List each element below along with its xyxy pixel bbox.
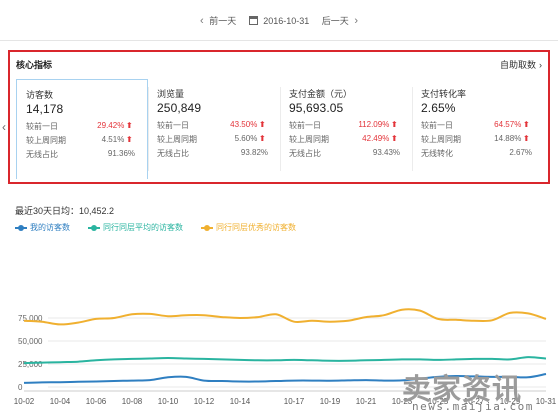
row-label: 较上周同期	[289, 135, 330, 144]
row-value: 4.51% ⬆	[101, 135, 134, 144]
row-value: 14.88% ⬆	[494, 134, 531, 143]
chevron-right-icon[interactable]: ›	[354, 15, 358, 27]
row-value: 91.36%	[107, 149, 136, 158]
row-label: 较前一日	[26, 122, 58, 131]
core-metrics-header: 核心指标 自助取数 ›	[16, 58, 542, 72]
metric-value: 250,849	[157, 101, 202, 115]
row-label: 较上周同期	[157, 135, 198, 144]
metric-row: 较前一日 112.09% ⬆	[289, 118, 412, 132]
metric-row: 较前一日 43.50% ⬆	[157, 118, 280, 132]
chevron-right-icon: ›	[539, 60, 542, 70]
prev-day-link[interactable]: 前一天	[209, 14, 236, 27]
metric-value: 2.65%	[421, 101, 456, 115]
core-metrics-title: 核心指标	[16, 60, 53, 70]
divider	[0, 40, 558, 41]
current-date[interactable]: 2016-10-31	[263, 16, 309, 26]
metric-cards: 访客数 14,178 较前一日 29.42% ⬆ 较上周同期 4.51% ⬆ 无线占比 9…	[16, 79, 544, 179]
metric-label: 支付转化率	[421, 89, 467, 99]
arrow-up-icon: ⬆	[522, 120, 531, 129]
arrow-up-icon: ⬆	[258, 120, 267, 129]
x-tick-label: 10-12	[194, 397, 215, 406]
metric-row: 较上周同期 4.51% ⬆	[26, 133, 147, 147]
x-tick-label: 10-19	[320, 397, 341, 406]
x-tick-label: 10-21	[356, 397, 377, 406]
auto-fetch-link[interactable]: 自助取数 ›	[500, 58, 542, 71]
row-label: 较前一日	[157, 121, 190, 130]
arrow-up-icon: ⬆	[390, 134, 399, 143]
row-value: 5.60% ⬆	[234, 134, 267, 143]
row-label: 无线占比	[157, 149, 190, 158]
row-label: 无线占比	[289, 149, 322, 158]
metric-row: 较上周同期 42.49% ⬆	[289, 132, 412, 146]
next-day-link[interactable]: 后一天	[322, 14, 349, 27]
row-label: 较上周同期	[421, 135, 462, 144]
metric-card-conversion-rate[interactable]: 支付转化率 2.65% 较前一日 64.57% ⬆ 较上周同期 14.88% ⬆ 无线转…	[412, 79, 544, 179]
metric-card-payment-amount[interactable]: 支付金额（元） 95,693.05 较前一日 112.09% ⬆ 较上周同期 42.4…	[280, 79, 412, 179]
series-line-1	[23, 356, 547, 365]
metric-row: 无线占比 93.82%	[157, 146, 280, 160]
arrow-up-icon: ⬆	[522, 134, 531, 143]
series-line-2	[23, 308, 547, 326]
arrow-up-icon: ⬆	[258, 134, 267, 143]
auto-fetch-label: 自助取数	[499, 60, 536, 70]
row-value: 64.57% ⬆	[494, 120, 531, 129]
x-tick-label: 10-17	[284, 397, 305, 406]
row-label: 较前一日	[289, 121, 322, 130]
chevron-left-icon[interactable]: ‹	[200, 15, 204, 27]
arrow-up-icon: ⬆	[125, 135, 134, 144]
x-tick-label: 10-04	[50, 397, 71, 406]
row-value: 93.43%	[372, 148, 401, 157]
watermark-url: news.maijia.com	[412, 400, 534, 413]
x-tick-label: 10-02	[14, 397, 35, 406]
row-value: 42.49% ⬆	[362, 134, 399, 143]
row-label: 无线转化	[421, 149, 454, 158]
metric-row: 较前一日 64.57% ⬆	[421, 118, 544, 132]
metric-row: 无线占比 91.36%	[26, 147, 147, 161]
row-value: 29.42% ⬆	[97, 121, 134, 130]
metric-label: 支付金额（元）	[289, 89, 353, 99]
metric-row: 较上周同期 5.60% ⬆	[157, 132, 280, 146]
x-tick-label: 10-10	[158, 397, 179, 406]
y-tick-label: 50,000	[18, 337, 43, 346]
row-value: 43.50% ⬆	[230, 120, 267, 129]
metric-row: 较前一日 29.42% ⬆	[26, 119, 147, 133]
metric-value: 95,693.05	[289, 101, 344, 115]
arrow-up-icon: ⬆	[125, 121, 134, 130]
core-metrics-panel: 核心指标 自助取数 › ‹ 访客数 14,178 较前一日 29.42% ⬆ 较上周同…	[2, 50, 550, 184]
x-tick-label: 10-06	[86, 397, 107, 406]
arrow-up-icon: ⬆	[390, 120, 399, 129]
y-tick-label: 0	[18, 383, 23, 392]
metric-card-visitors[interactable]: 访客数 14,178 较前一日 29.42% ⬆ 较上周同期 4.51% ⬆ 无线占比 9…	[16, 79, 149, 179]
watermark: 卖家资讯 news.maijia.com	[398, 366, 558, 415]
metric-row: 较上周同期 14.88% ⬆	[421, 132, 544, 146]
row-label: 无线占比	[26, 150, 58, 159]
row-value: 93.82%	[240, 148, 269, 157]
metric-label: 访客数	[26, 90, 54, 100]
x-tick-label: 10-08	[122, 397, 143, 406]
metric-value: 14,178	[26, 102, 64, 116]
metric-row: 无线占比 93.43%	[289, 146, 412, 160]
calendar-icon[interactable]	[248, 15, 258, 25]
chevron-left-icon[interactable]: ‹	[2, 120, 6, 134]
row-value: 2.67%	[509, 148, 533, 157]
row-value: 112.09% ⬆	[358, 120, 399, 129]
row-label: 较前一日	[421, 121, 454, 130]
y-tick-label: 25,000	[18, 360, 43, 369]
x-tick-label: 10-14	[230, 397, 251, 406]
metric-card-pageviews[interactable]: 浏览量 250,849 较前一日 43.50% ⬆ 较上周同期 5.60% ⬆ 无线占比…	[148, 79, 280, 179]
metric-row: 无线转化 2.67%	[421, 146, 544, 160]
date-navigator: ‹ 前一天 2016-10-31 后一天 ›	[0, 14, 558, 27]
metric-label: 浏览量	[157, 89, 185, 99]
row-label: 较上周同期	[26, 136, 66, 145]
